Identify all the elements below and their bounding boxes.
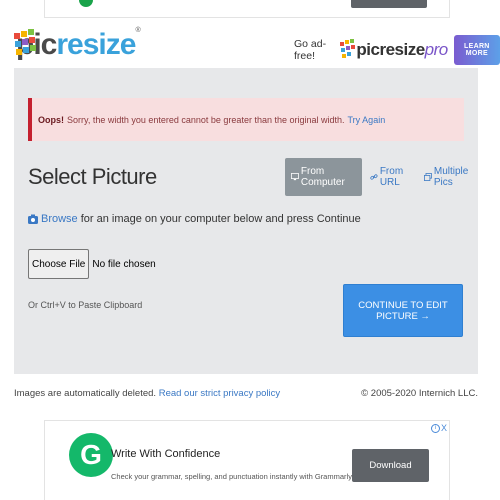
ad-title: Write With Confidence [111,448,221,460]
browse-text: for an image on your computer below and … [80,213,361,225]
error-alert: Oops! Sorry, the width you entered canno… [28,98,464,141]
tab-from-url[interactable]: From URL [370,166,416,188]
top-ad-logo-fragment [79,0,93,7]
ad-close-icon[interactable]: X [441,423,447,433]
ad-info-icon[interactable]: i [430,423,440,433]
source-tabs: From Computer From URL Multiple Pics [285,158,478,196]
grammarly-logo-icon: G [69,433,113,477]
top-ad-button-fragment[interactable] [351,0,427,8]
learn-more-button[interactable]: LEARN MORE [453,35,500,65]
site-header: picresize ® Go ad-free! picresizepro LEA… [0,18,500,68]
camera-icon [28,214,38,224]
registered-mark: ® [135,27,141,34]
picresize-pro-logo[interactable]: picresizepro [340,39,448,61]
pro-mosaic-icon [340,39,356,61]
browse-instructions: Browse for an image on your computer bel… [28,213,361,225]
tab-multiple-pics[interactable]: Multiple Pics [424,166,478,188]
ad-free-label: Go ad-free! [294,38,327,62]
copyright: © 2005-2020 Internich LLC. [361,388,478,399]
paste-hint: Or Ctrl+V to Paste Clipboard [28,300,143,310]
monitor-icon [291,173,299,181]
top-ad-strip [44,0,450,18]
choose-file-button[interactable]: Choose File [28,249,90,279]
file-input[interactable]: Choose File No file chosen [28,249,156,279]
alert-title: Oops! [38,114,64,125]
link-icon [370,174,378,180]
grammarly-ad[interactable]: i X G Write With Confidence Check your g… [44,420,450,500]
ad-description: Check your grammar, spelling, and punctu… [111,472,392,481]
continue-button[interactable]: CONTINUE TO EDIT PICTURE → [343,284,463,337]
privacy-policy-link[interactable]: Read our strict privacy policy [159,388,280,399]
upload-panel: Oops! Sorry, the width you entered canno… [14,68,478,374]
pro-promo: Go ad-free! picresizepro LEARN MORE [294,35,500,65]
picresize-logo[interactable]: picresize ® [14,25,141,65]
page-title: Select Picture [28,164,157,189]
browse-link[interactable]: Browse [41,213,78,225]
deletion-notice: Images are automatically deleted. Read o… [14,388,281,399]
ad-close-control[interactable]: i X [430,423,447,433]
tab-from-computer[interactable]: From Computer [285,158,362,196]
images-icon [424,173,432,181]
alert-message: Sorry, the width you entered cannot be g… [67,114,345,125]
ad-download-button[interactable]: Download [352,449,429,482]
try-again-link[interactable]: Try Again [348,115,386,125]
no-file-label: No file chosen [92,258,156,270]
